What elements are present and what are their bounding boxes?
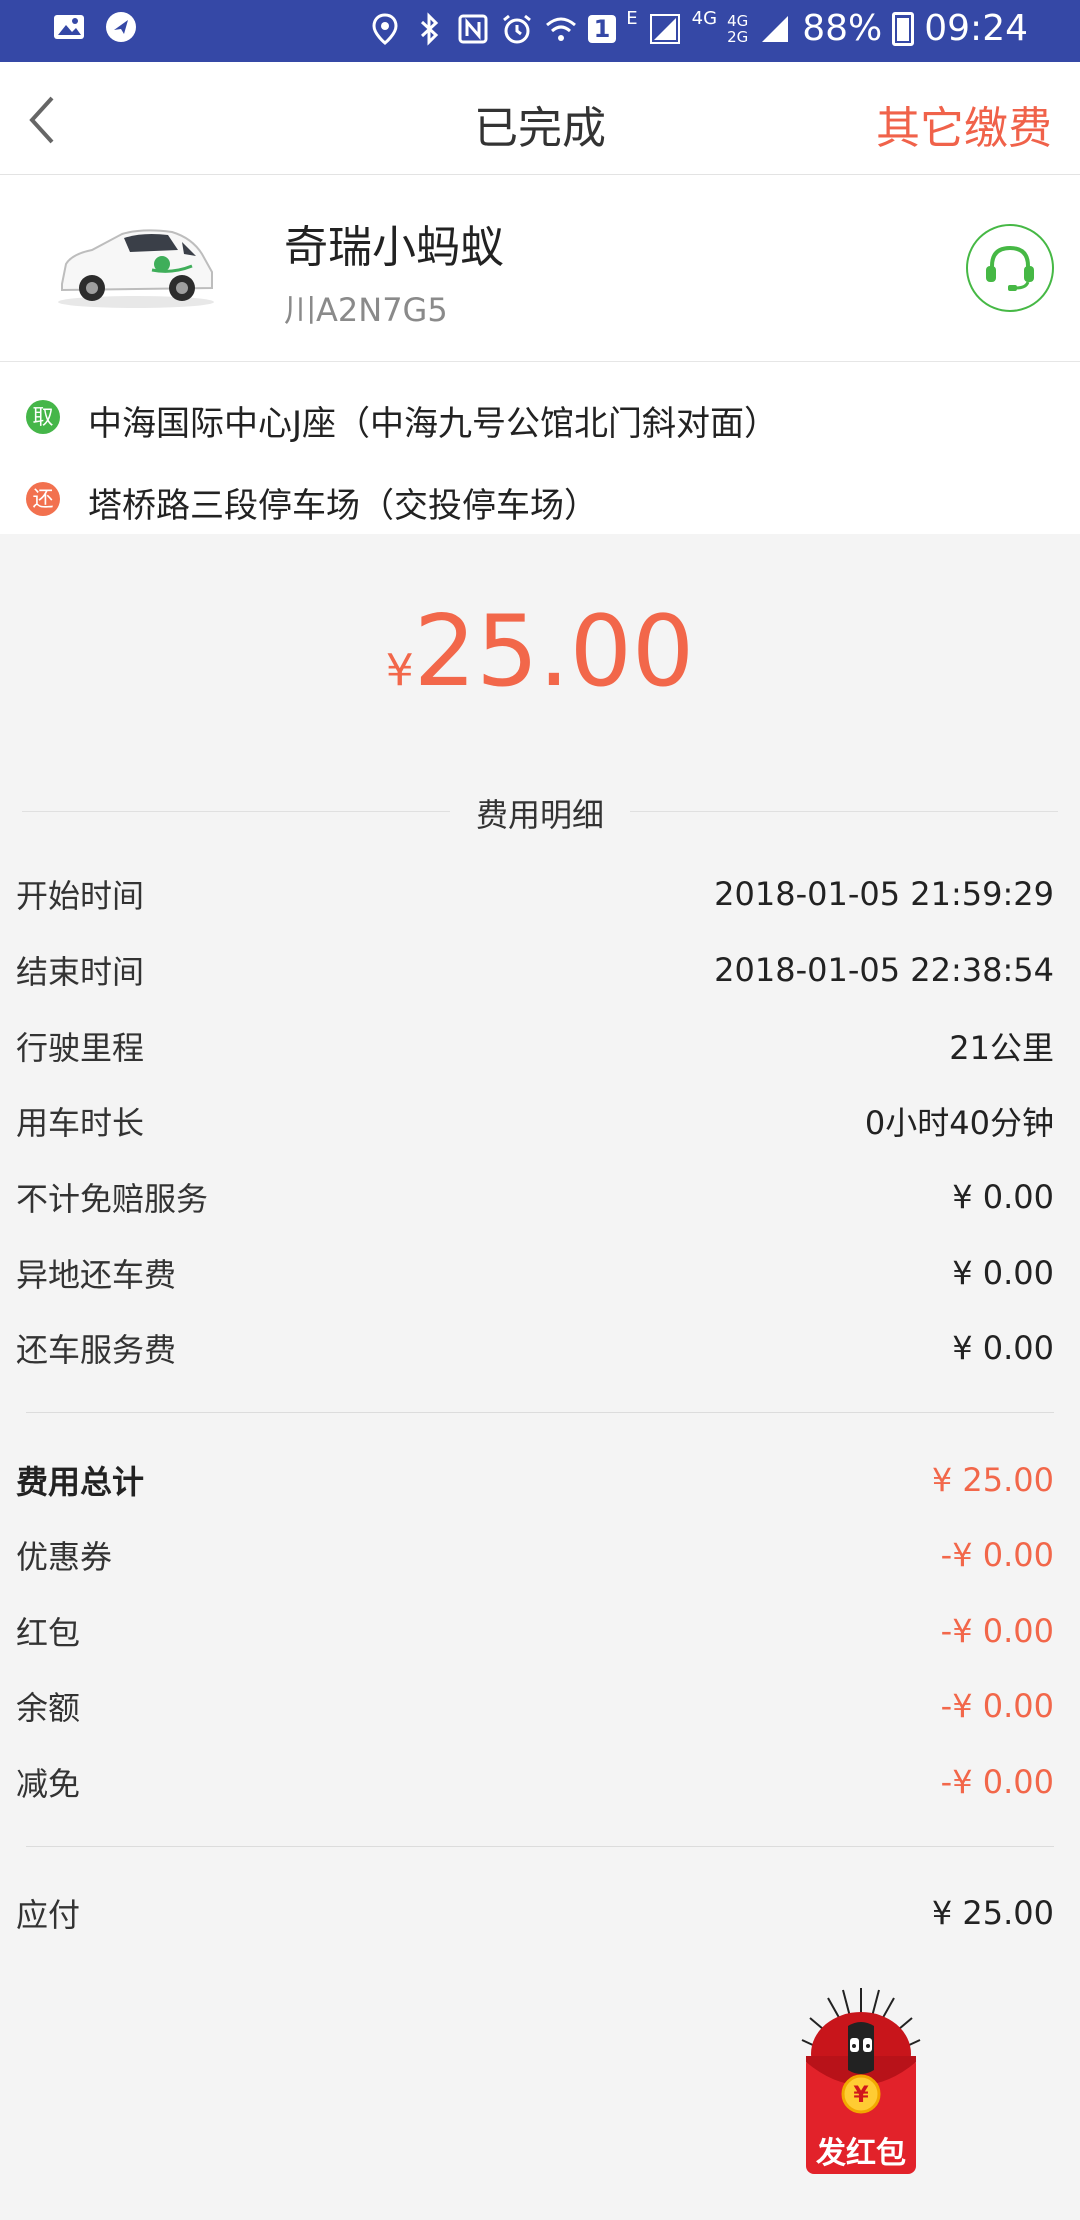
network-type-2-sub: 2G — [727, 27, 749, 46]
car-card: 奇瑞小蚂蚁 川A2N7G5 — [0, 175, 1080, 362]
trip-locations: 取 中海国际中心J座（中海九号公馆北门斜对面） 还 塔桥路三段停车场（交投停车场… — [0, 362, 1080, 534]
payable-label: 应付 — [16, 1896, 81, 1934]
network-type-1: 4G — [691, 8, 718, 29]
network-type-2: 4G — [727, 11, 749, 30]
detail-value: ¥ 0.00 — [952, 1178, 1054, 1216]
divider — [26, 1412, 1054, 1413]
nfc-icon — [458, 14, 488, 43]
clock: 09:24 — [924, 8, 1028, 49]
summary-row: 减免 -¥ 0.00 — [16, 1757, 1054, 1807]
total-currency: ¥ — [385, 645, 414, 696]
summary-value: -¥ 0.00 — [940, 1763, 1054, 1801]
alarm-icon — [502, 14, 531, 43]
detail-value: 0小时40分钟 — [864, 1104, 1054, 1142]
status-left-icons — [52, 10, 138, 44]
app-notification-icon — [106, 12, 136, 42]
network-type-2-group: 4G 2G — [727, 13, 748, 45]
detail-row: 开始时间 2018-01-05 21:59:29 — [16, 869, 1054, 919]
signal-icon-1 — [649, 13, 680, 44]
status-right-icons: 1 E 4G 4G 2G 88% 09:24 — [368, 8, 1028, 49]
notification-count-badge: 1 — [587, 14, 617, 43]
detail-label: 结束时间 — [16, 953, 145, 991]
red-packet-label: 发红包 — [816, 2136, 906, 2171]
pickup-location-row: 取 中海国际中心J座（中海九号公馆北门斜对面） — [0, 400, 1080, 472]
car-image — [58, 229, 214, 308]
return-badge: 还 — [26, 482, 60, 516]
summary-label: 红包 — [16, 1614, 81, 1652]
detail-label: 行驶里程 — [16, 1029, 145, 1067]
detail-label: 不计免赔服务 — [16, 1180, 209, 1218]
customer-service-button[interactable] — [966, 224, 1054, 312]
gallery-icon — [54, 15, 84, 39]
detail-row: 行驶里程 21公里 — [16, 1021, 1054, 1071]
summary-value: -¥ 0.00 — [940, 1687, 1054, 1725]
battery-icon — [892, 11, 915, 46]
detail-label: 用车时长 — [16, 1104, 145, 1142]
summary-value: -¥ 0.00 — [940, 1612, 1054, 1650]
summary-label: 减免 — [16, 1765, 81, 1803]
summary-label: 优惠券 — [16, 1538, 113, 1576]
return-location: 塔桥路三段停车场（交投停车场） — [88, 486, 598, 526]
total-amount: ¥25.00 — [0, 595, 1080, 709]
payable-row: 应付 ¥ 25.00 — [16, 1888, 1054, 1938]
detail-label: 开始时间 — [16, 877, 145, 915]
summary-row: 余额 -¥ 0.00 — [16, 1681, 1054, 1731]
summary-label: 费用总计 — [16, 1463, 145, 1501]
nav-bar: 已完成 其它缴费 — [0, 62, 1080, 175]
detail-value: ¥ 0.00 — [952, 1329, 1054, 1367]
car-plate: 川A2N7G5 — [284, 291, 448, 329]
coin-symbol: ¥ — [853, 2083, 869, 2108]
summary-value: -¥ 0.00 — [940, 1536, 1054, 1574]
e-network-indicator: E — [626, 8, 638, 29]
summary-row: 优惠券 -¥ 0.00 — [16, 1530, 1054, 1580]
total-value: 25.00 — [413, 595, 695, 709]
detail-row: 异地还车费 ¥ 0.00 — [16, 1248, 1054, 1298]
summary-value: ¥ 25.00 — [931, 1461, 1054, 1499]
detail-value: 2018-01-05 22:38:54 — [714, 951, 1054, 989]
wifi-icon — [545, 17, 576, 41]
location-icon — [372, 12, 398, 45]
car-name: 奇瑞小蚂蚁 — [284, 222, 504, 273]
detail-label: 异地还车费 — [16, 1256, 177, 1294]
detail-row: 不计免赔服务 ¥ 0.00 — [16, 1172, 1054, 1222]
pickup-location: 中海国际中心J座（中海九号公馆北门斜对面） — [88, 404, 779, 444]
status-bar: 1 E 4G 4G 2G 88% 09:24 — [0, 0, 1080, 62]
divider — [26, 1846, 1054, 1847]
send-red-packet-button[interactable]: ¥ 发红包 — [798, 1978, 924, 2178]
battery-percent: 88% — [802, 8, 883, 49]
detail-value: ¥ 0.00 — [952, 1254, 1054, 1292]
bluetooth-icon — [420, 11, 438, 46]
pickup-badge: 取 — [26, 400, 60, 434]
return-location-row: 还 塔桥路三段停车场（交投停车场） — [0, 482, 1080, 554]
fee-section-title: 费用明细 — [475, 796, 604, 834]
detail-value: 21公里 — [949, 1029, 1054, 1067]
headset-icon — [986, 245, 1034, 291]
detail-row: 用车时长 0小时40分钟 — [16, 1096, 1054, 1146]
detail-label: 还车服务费 — [16, 1331, 177, 1369]
payable-value: ¥ 25.00 — [931, 1894, 1054, 1932]
detail-row: 结束时间 2018-01-05 22:38:54 — [16, 945, 1054, 995]
detail-value: 2018-01-05 21:59:29 — [714, 875, 1054, 913]
summary-label: 余额 — [16, 1689, 81, 1727]
summary-row-total: 费用总计 ¥ 25.00 — [16, 1455, 1054, 1505]
detail-row: 还车服务费 ¥ 0.00 — [16, 1323, 1054, 1373]
signal-icon-2 — [762, 15, 789, 42]
other-fees-button[interactable]: 其它缴费 — [876, 92, 1052, 156]
summary-row: 红包 -¥ 0.00 — [16, 1606, 1054, 1656]
